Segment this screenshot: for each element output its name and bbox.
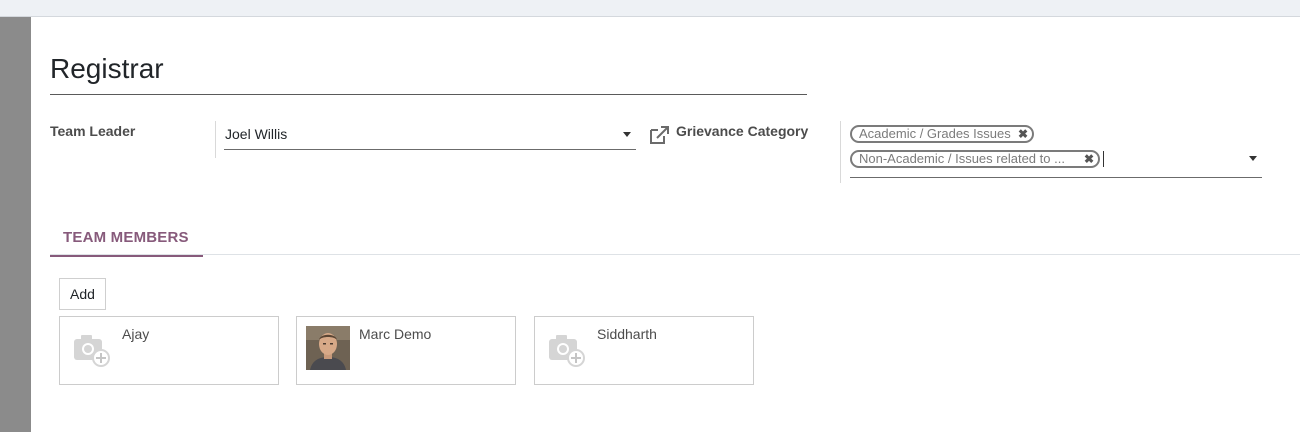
left-overlay-rail <box>0 17 31 432</box>
external-link-icon[interactable] <box>649 125 671 145</box>
team-leader-value: Joel Willis <box>225 126 288 142</box>
remove-tag-icon[interactable]: ✖ <box>1084 152 1094 166</box>
remove-tag-icon[interactable]: ✖ <box>1018 127 1028 141</box>
member-name: Siddharth <box>597 326 657 342</box>
add-member-button[interactable]: Add <box>59 278 106 310</box>
grievance-category-field[interactable]: Academic / Grades Issues ✖ Non-Academic … <box>850 124 1262 178</box>
camera-placeholder-icon <box>549 335 585 367</box>
team-leader-field[interactable]: Joel Willis <box>224 120 636 150</box>
member-name: Ajay <box>122 326 150 342</box>
member-card[interactable]: Siddharth <box>534 316 754 385</box>
chevron-down-icon[interactable] <box>1249 156 1257 161</box>
category-tag-label: Non-Academic / Issues related to ... <box>859 151 1065 166</box>
browser-top-strip <box>0 0 1300 17</box>
member-name: Marc Demo <box>359 326 432 342</box>
tab-team-members[interactable]: TEAM MEMBERS <box>50 226 203 257</box>
team-leader-label: Team Leader <box>50 123 136 139</box>
member-card[interactable]: Marc Demo <box>296 316 516 385</box>
title-field[interactable]: Registrar <box>50 50 807 95</box>
chevron-down-icon[interactable] <box>623 132 631 137</box>
page-title: Registrar <box>50 53 164 84</box>
category-tag-label: Academic / Grades Issues <box>859 126 1011 141</box>
camera-placeholder-icon <box>74 335 110 367</box>
field-separator <box>840 121 841 183</box>
category-tag[interactable]: Academic / Grades Issues ✖ <box>850 125 1034 143</box>
grievance-category-label: Grievance Category <box>676 123 809 139</box>
tab-label: TEAM MEMBERS <box>63 229 189 246</box>
member-avatar-photo <box>306 326 350 370</box>
tab-divider <box>50 254 1300 255</box>
field-separator <box>215 121 216 158</box>
member-card[interactable]: Ajay <box>59 316 279 385</box>
category-tag[interactable]: Non-Academic / Issues related to ... ✖ <box>850 150 1100 168</box>
text-cursor <box>1103 151 1104 167</box>
